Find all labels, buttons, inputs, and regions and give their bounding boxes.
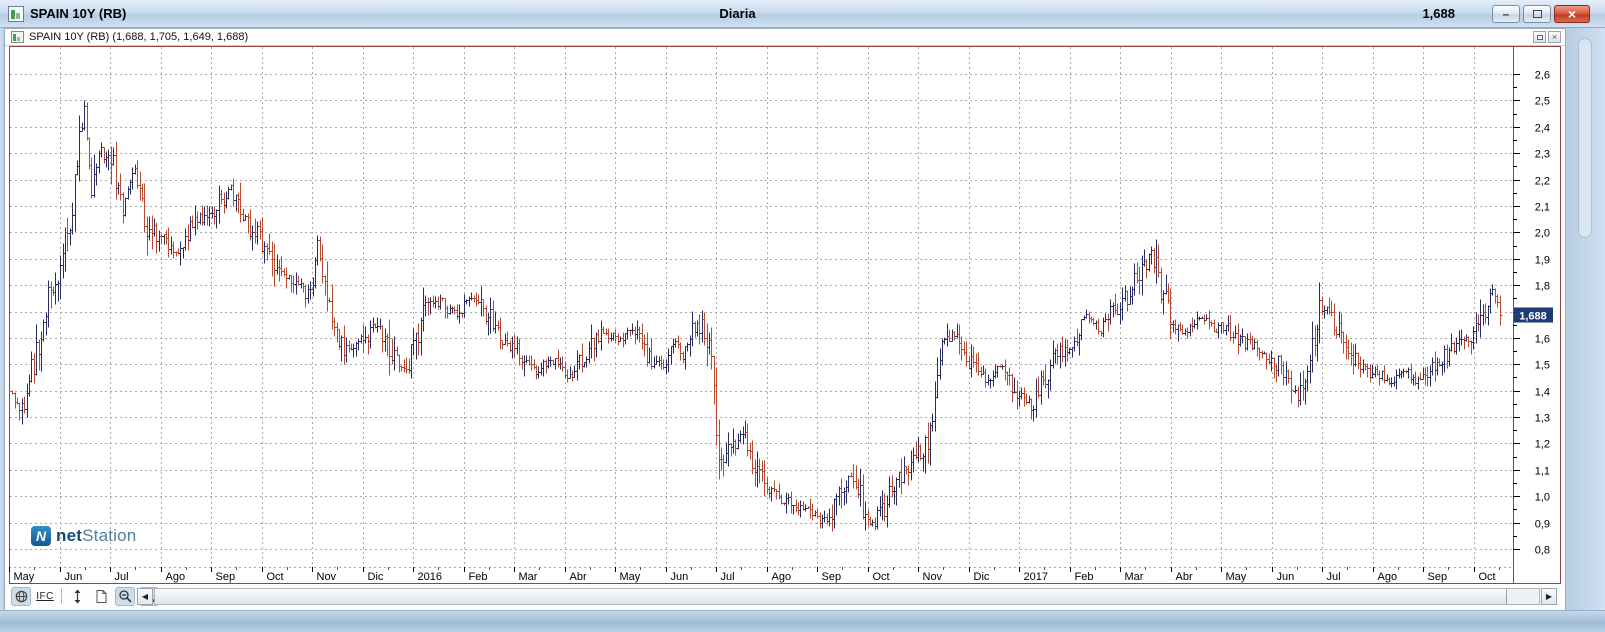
svg-text:1,688: 1,688 (1519, 311, 1547, 323)
svg-text:Ago: Ago (772, 571, 792, 583)
chart-child-window: SPAIN 10Y (RB) (1,688, 1,705, 1,649, 1,6… (4, 28, 1566, 610)
svg-text:May: May (1226, 571, 1247, 583)
app-chart-icon (8, 6, 24, 22)
svg-text:Dic: Dic (974, 571, 990, 583)
chart-area[interactable]: 2,62,52,42,32,22,12,01,91,81,71,61,51,41… (9, 46, 1561, 584)
maximize-icon (1533, 10, 1542, 18)
insert-object-icon[interactable] (91, 587, 111, 606)
ohlc-chart[interactable]: 2,62,52,42,32,22,12,01,91,81,71,61,51,41… (9, 46, 1561, 584)
chart-window-title: SPAIN 10Y (RB) (1,688, 1,705, 1,649, 1,6… (29, 31, 248, 43)
ohlc-bars (11, 101, 1503, 532)
svg-text:2,0: 2,0 (1535, 228, 1550, 240)
svg-text:1,1: 1,1 (1535, 466, 1550, 478)
svg-text:2,1: 2,1 (1535, 202, 1550, 214)
maximize-button[interactable] (1523, 5, 1551, 23)
svg-text:1,5: 1,5 (1535, 360, 1550, 372)
svg-text:1,9: 1,9 (1535, 255, 1550, 267)
horizontal-scrollbar-track[interactable] (154, 588, 1540, 605)
svg-text:2,3: 2,3 (1535, 149, 1550, 161)
svg-text:0,8: 0,8 (1535, 545, 1550, 557)
zoom-out-icon[interactable] (115, 587, 135, 606)
restore-icon (1537, 35, 1543, 40)
window-titlebar[interactable]: SPAIN 10Y (RB) Diaria 1,688 – × (0, 0, 1605, 28)
svg-text:Jul: Jul (721, 571, 735, 583)
svg-text:Nov: Nov (317, 571, 337, 583)
chart-globe-icon[interactable] (11, 587, 31, 606)
svg-text:Sep: Sep (822, 571, 842, 583)
svg-text:Jul: Jul (1327, 571, 1341, 583)
svg-text:Mar: Mar (1125, 571, 1144, 583)
netstation-logo: N netStation (31, 526, 136, 546)
mdi-right-area (1566, 28, 1605, 610)
fit-vertical-icon[interactable] (67, 587, 87, 606)
ifc-indicator-icon[interactable]: IFC (35, 587, 55, 606)
svg-text:Jun: Jun (65, 571, 83, 583)
svg-text:Dic: Dic (368, 571, 384, 583)
chart-restore-button[interactable] (1533, 31, 1546, 43)
svg-text:Oct: Oct (1479, 571, 1496, 583)
svg-text:1,8: 1,8 (1535, 281, 1550, 293)
chart-close-button[interactable]: × (1548, 31, 1561, 43)
price-tag: 1,688 (1514, 308, 1553, 323)
netstation-logo-text: netStation (56, 526, 136, 546)
svg-text:1,2: 1,2 (1535, 439, 1550, 451)
svg-text:Sep: Sep (216, 571, 236, 583)
netstation-logo-icon: N (31, 526, 51, 546)
close-button[interactable]: × (1554, 5, 1590, 23)
svg-text:Sep: Sep (1428, 571, 1448, 583)
chart-window-header[interactable]: SPAIN 10Y (RB) (1,688, 1,705, 1,649, 1,6… (5, 29, 1565, 46)
svg-text:Abr: Abr (1176, 571, 1193, 583)
window-bottom-frame (0, 610, 1605, 632)
titlebar-last-price: 1,688 (1395, 6, 1455, 21)
svg-text:0,9: 0,9 (1535, 519, 1550, 531)
svg-text:2016: 2016 (418, 571, 442, 583)
toolbar-separator (61, 588, 62, 604)
minimize-button[interactable]: – (1492, 5, 1520, 23)
svg-text:Feb: Feb (469, 571, 488, 583)
svg-text:Abr: Abr (570, 571, 587, 583)
scroll-left-button[interactable]: ◀ (137, 588, 153, 605)
window-title-periodicity: Diaria (0, 6, 1475, 21)
svg-text:1,3: 1,3 (1535, 413, 1550, 425)
svg-text:Oct: Oct (267, 571, 284, 583)
svg-text:1,4: 1,4 (1535, 387, 1550, 399)
svg-text:Mar: Mar (519, 571, 538, 583)
chart-icon (11, 31, 24, 43)
svg-text:Nov: Nov (923, 571, 943, 583)
svg-text:2,6: 2,6 (1535, 70, 1550, 82)
window-title-symbol: SPAIN 10Y (RB) (30, 6, 126, 21)
scroll-right-button[interactable]: ▶ (1541, 588, 1557, 605)
x-axis[interactable]: May Jun Jul Ago Sep Oct Nov Dic 2016 Feb Mar Abr May… (10, 567, 1500, 583)
svg-text:Jul: Jul (115, 571, 129, 583)
svg-text:Jun: Jun (671, 571, 689, 583)
application-window: SPAIN 10Y (RB) Diaria 1,688 – × SPAIN 10… (0, 0, 1605, 632)
svg-text:2,4: 2,4 (1535, 123, 1550, 135)
mdi-vertical-scrollbar[interactable] (1578, 38, 1592, 238)
svg-text:1,6: 1,6 (1535, 334, 1550, 346)
svg-text:Jun: Jun (1277, 571, 1295, 583)
svg-text:May: May (620, 571, 641, 583)
svg-text:2,5: 2,5 (1535, 96, 1550, 108)
svg-text:Ago: Ago (1378, 571, 1398, 583)
grid (10, 47, 1512, 566)
svg-text:May: May (14, 571, 35, 583)
svg-text:2017: 2017 (1024, 571, 1048, 583)
horizontal-scrollbar-thumb[interactable] (155, 589, 1507, 604)
svg-text:2,2: 2,2 (1535, 176, 1550, 188)
svg-text:Oct: Oct (873, 571, 890, 583)
chart-toolbar: IFC ◀ ▶ (5, 584, 1565, 610)
svg-text:Ago: Ago (166, 571, 186, 583)
svg-text:1,0: 1,0 (1535, 492, 1550, 504)
svg-text:Feb: Feb (1075, 571, 1094, 583)
